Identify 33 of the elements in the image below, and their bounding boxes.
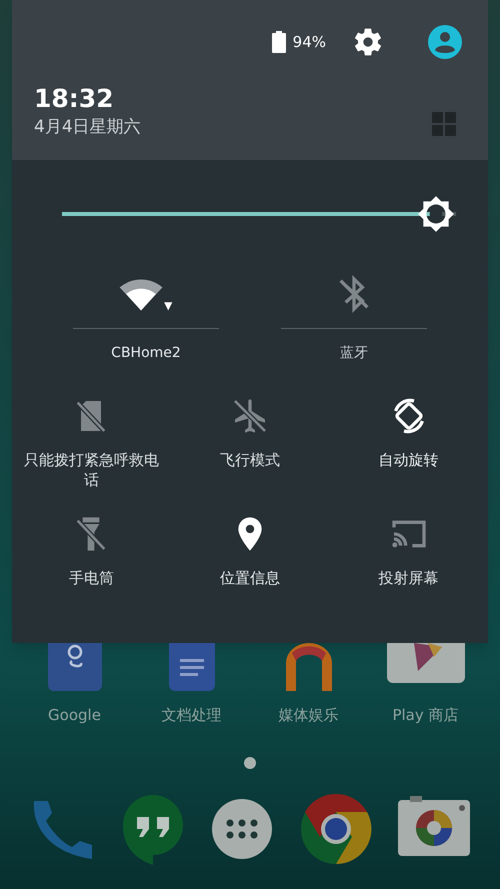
tile-label: CBHome2 xyxy=(111,344,181,363)
tile-label: 只能拨打紧急呼救电话 xyxy=(22,450,160,490)
app-label[interactable]: 文档处理 xyxy=(162,704,222,726)
app-drawer-icon[interactable] xyxy=(211,798,273,860)
quick-settings-tile[interactable]: 位置信息 xyxy=(170,512,330,588)
google-app-icon[interactable] xyxy=(48,643,102,691)
app-label[interactable]: Play 商店 xyxy=(392,704,459,726)
clock-time: 18:32 xyxy=(34,84,115,114)
brightness-slider-thumb[interactable] xyxy=(417,195,456,233)
app-label[interactable]: 媒体娱乐 xyxy=(278,704,338,726)
battery-percentage: 94% xyxy=(292,32,326,53)
tile-label: 飞行模式 xyxy=(220,450,280,470)
quick-settings-tile[interactable]: 投射屏幕 xyxy=(329,512,488,588)
quick-settings-tile[interactable]: 手电筒 xyxy=(12,512,171,588)
document-app-icon[interactable] xyxy=(168,643,214,691)
user-avatar-icon[interactable] xyxy=(428,25,462,59)
play-store-app-icon[interactable] xyxy=(386,643,464,683)
app-label[interactable]: Google xyxy=(48,704,101,726)
chrome-app-icon[interactable] xyxy=(300,792,372,864)
tile-label: 蓝牙 xyxy=(340,344,368,363)
tile-label: 手电筒 xyxy=(68,568,114,588)
quick-settings-tile[interactable]: 飞行模式 xyxy=(170,394,330,490)
quick-settings-tile[interactable]: CBHome2 xyxy=(73,268,219,364)
settings-icon[interactable] xyxy=(352,26,384,58)
tile-label: 自动旋转 xyxy=(378,450,439,470)
speech-bubble-app-icon[interactable] xyxy=(120,792,184,864)
quick-settings-tile[interactable]: 自动旋转 xyxy=(329,394,488,490)
date-text: 4月4日星期六 xyxy=(34,116,141,139)
quick-settings-tile[interactable]: 蓝牙 xyxy=(281,268,427,364)
tile-label: 位置信息 xyxy=(220,568,280,588)
quick-settings-tile[interactable]: 只能拨打紧急呼救电话 xyxy=(12,394,171,490)
tile-label: 投射屏幕 xyxy=(378,568,439,588)
battery-icon xyxy=(272,31,286,53)
